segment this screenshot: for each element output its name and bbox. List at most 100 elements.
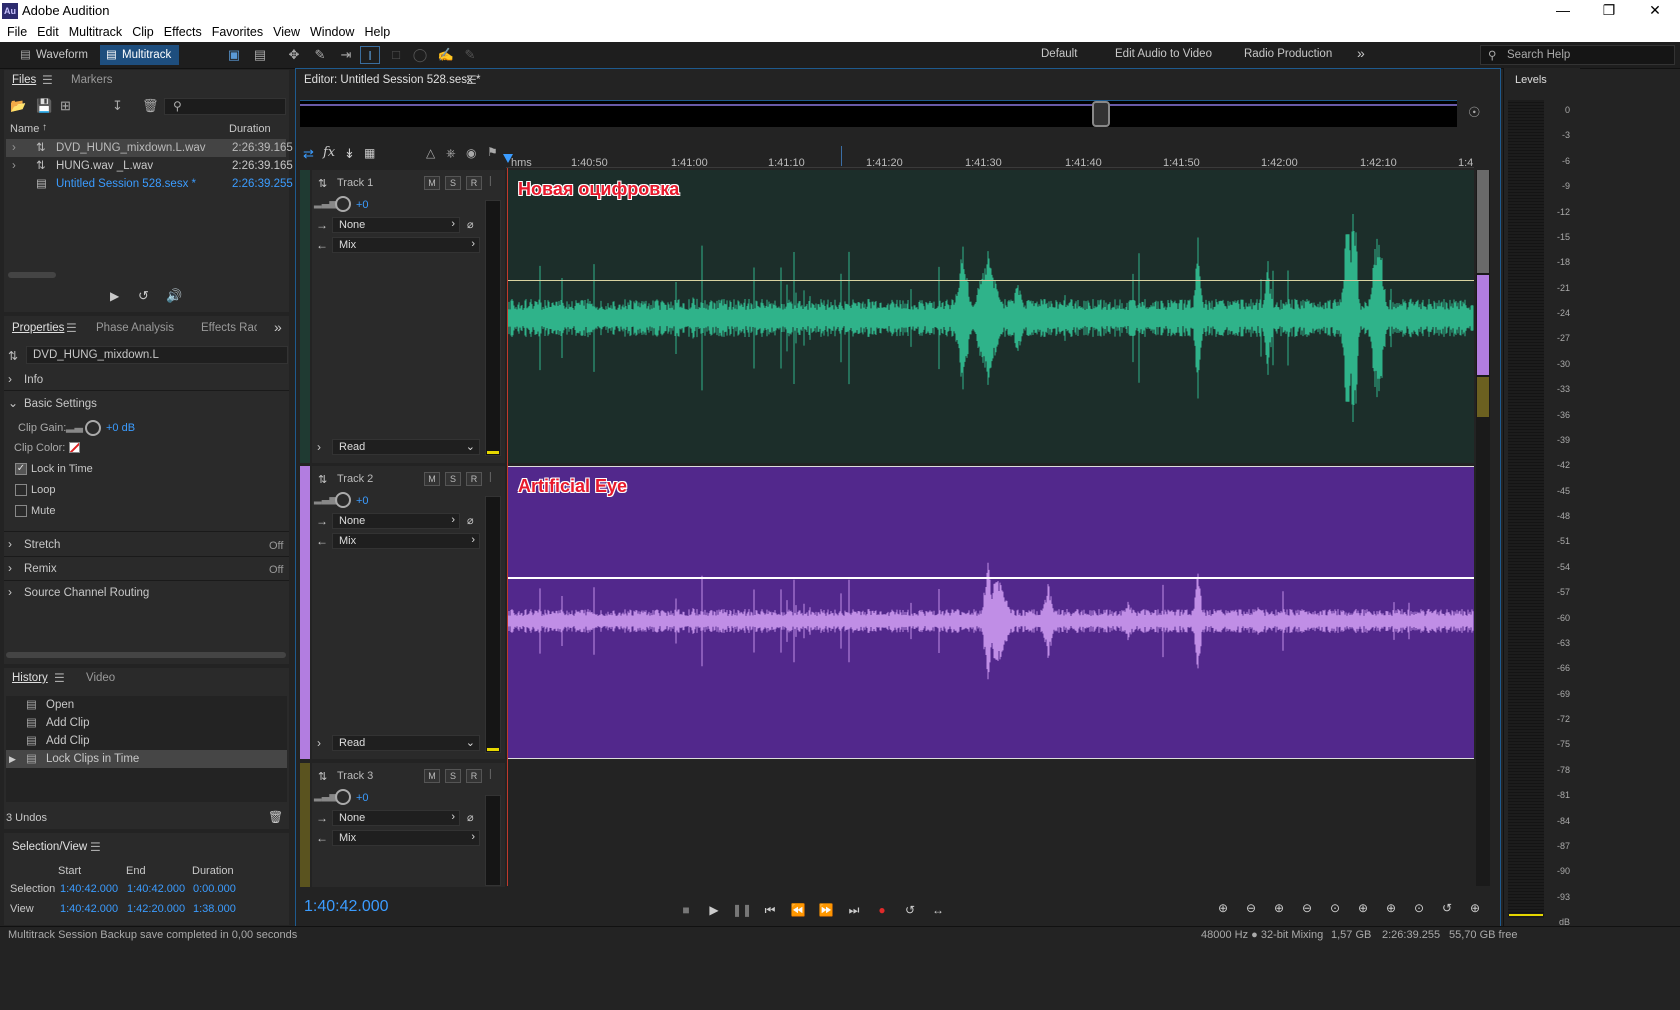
pause-icon[interactable]: ❚❚: [732, 900, 752, 920]
panel-menu-icon[interactable]: ☰: [90, 840, 101, 854]
waveform-view-button[interactable]: ▤ Waveform: [14, 45, 96, 65]
output-select[interactable]: Mix ›: [332, 830, 480, 846]
files-search-input[interactable]: ⚲: [164, 98, 286, 115]
file-row[interactable]: › ⇅ HUNG.wav _L.wav 2:26:39.165: [6, 157, 293, 175]
zoom-out-full-icon[interactable]: ⊙: [1324, 898, 1346, 918]
clip-color-swatch[interactable]: [69, 442, 80, 453]
close-icon[interactable]: ✕: [1632, 0, 1678, 22]
workspace-radio-production[interactable]: Radio Production: [1244, 48, 1332, 60]
history-item[interactable]: ▤ Add Clip: [6, 732, 287, 750]
brush-tool-icon[interactable]: ✍: [436, 46, 456, 64]
menu-clip[interactable]: Clip: [125, 22, 154, 39]
clip-gain-value[interactable]: +0 dB: [106, 422, 135, 434]
selection-start[interactable]: 1:40:42.000: [60, 883, 118, 895]
mute-button[interactable]: M: [424, 769, 440, 783]
scroll-thumb[interactable]: [1477, 170, 1489, 273]
zoom-in-time-icon[interactable]: ⊕: [1268, 898, 1290, 918]
move-tool-icon[interactable]: ✥: [284, 46, 304, 64]
fast-forward-icon[interactable]: ⏩: [816, 900, 836, 920]
history-item[interactable]: ▤ Open: [6, 696, 287, 714]
horizontal-scrollbar[interactable]: [6, 652, 286, 658]
track-name[interactable]: Track 3: [337, 770, 373, 782]
volume-knob[interactable]: [335, 789, 351, 805]
zoom-out-time-icon[interactable]: ⊖: [1296, 898, 1318, 918]
multitrack-view-button[interactable]: ▤ Multitrack: [100, 45, 180, 65]
menu-window[interactable]: Window: [303, 22, 354, 39]
menu-view[interactable]: View: [266, 22, 300, 39]
slip-tool-icon[interactable]: ⇥: [336, 46, 356, 64]
stop-icon[interactable]: ■: [676, 900, 696, 920]
expand-icon[interactable]: ›: [12, 157, 16, 175]
panel-menu-icon[interactable]: ☰: [54, 671, 65, 685]
phase-invert-icon[interactable]: ⌀: [467, 514, 474, 527]
history-item[interactable]: ▶ ▤ Lock Clips in Time: [6, 750, 287, 768]
import-file-icon[interactable]: 💾: [36, 98, 52, 114]
expand-icon[interactable]: ›: [12, 139, 16, 157]
solo-button[interactable]: S: [445, 472, 461, 486]
zoom-navigator-icon[interactable]: ☉: [1468, 104, 1481, 121]
lasso-tool-icon[interactable]: ◯: [410, 46, 430, 64]
skip-selection-icon[interactable]: ↔: [928, 900, 948, 920]
clip-label[interactable]: Новая оцифровка: [518, 179, 679, 200]
track-1-lane[interactable]: Новая оцифровка: [508, 170, 1474, 463]
expand-stretch-icon[interactable]: ›: [8, 537, 12, 551]
output-select[interactable]: Mix ›: [332, 533, 480, 549]
zoom-to-selection-icon[interactable]: ⊙: [1408, 898, 1430, 918]
record-arm-button[interactable]: R: [466, 472, 482, 486]
loop-checkbox[interactable]: [15, 484, 27, 496]
restore-icon[interactable]: ❐: [1586, 0, 1632, 22]
selection-end[interactable]: 1:40:42.000: [127, 883, 185, 895]
play-icon[interactable]: ▶: [704, 900, 724, 920]
remix-section[interactable]: Remix: [24, 563, 57, 575]
mute-checkbox[interactable]: [15, 505, 27, 517]
tab-properties[interactable]: Properties: [12, 322, 64, 334]
zoom-out-amplitude-icon[interactable]: ⊖: [1240, 898, 1262, 918]
clip-gain-knob[interactable]: [85, 420, 101, 436]
expand-remix-icon[interactable]: ›: [8, 561, 12, 575]
delete-history-icon[interactable]: 🗑: [268, 810, 283, 824]
file-row[interactable]: › ⇅ DVD_HUNG_mixdown.L.wav 2:26:39.165: [6, 139, 293, 157]
menu-help[interactable]: Help: [357, 22, 390, 39]
tab-files[interactable]: Files: [12, 74, 36, 86]
spectral-frequency-icon[interactable]: ▣: [224, 46, 244, 64]
view-start[interactable]: 1:40:42.000: [60, 903, 118, 915]
open-file-icon[interactable]: 📂: [10, 98, 26, 114]
effects-rack-icon[interactable]: fx: [323, 145, 335, 160]
view-duration[interactable]: 1:38.000: [193, 903, 236, 915]
file-row[interactable]: ▤ Untitled Session 528.sesx * 2:26:39.25…: [6, 175, 293, 193]
inputs-outputs-icon[interactable]: ⇄: [303, 146, 314, 162]
output-select[interactable]: Mix ›: [332, 237, 480, 253]
track-name[interactable]: Track 1: [337, 177, 373, 189]
search-help-input[interactable]: ⚲ Search Help: [1480, 45, 1675, 65]
expand-automation-icon[interactable]: ›: [317, 440, 321, 454]
marker-icon[interactable]: ⚑: [487, 145, 498, 159]
track-3-lane[interactable]: [508, 763, 1474, 887]
delete-file-icon[interactable]: 🗑: [142, 98, 159, 114]
volume-knob[interactable]: [335, 492, 351, 508]
spot-healing-icon[interactable]: ✎: [460, 46, 480, 64]
vertical-scrollbar[interactable]: [1476, 170, 1490, 886]
view-end[interactable]: 1:42:20.000: [127, 903, 185, 915]
playhead-handle[interactable]: [503, 154, 513, 163]
time-selection-tool-icon[interactable]: I: [360, 46, 380, 64]
volume-knob[interactable]: [335, 196, 351, 212]
skip-to-end-icon[interactable]: ⏭: [844, 900, 864, 920]
clip-name-field[interactable]: DVD_HUNG_mixdown.L: [26, 346, 288, 364]
tab-effects-rack[interactable]: Effects Rack: [201, 322, 257, 334]
mute-button[interactable]: M: [424, 472, 440, 486]
zoom-in-at-end-icon[interactable]: ⊕: [1380, 898, 1402, 918]
selection-duration[interactable]: 0:00.000: [193, 883, 236, 895]
zoom-in-at-start-icon[interactable]: ⊕: [1352, 898, 1374, 918]
clip-label[interactable]: Artificial Eye: [518, 476, 627, 497]
input-select[interactable]: None ›: [332, 513, 460, 529]
workspace-edit-audio-to-video[interactable]: Edit Audio to Video: [1115, 48, 1212, 60]
menu-edit[interactable]: Edit: [30, 22, 59, 39]
track-2-lane[interactable]: Artificial Eye: [508, 466, 1474, 759]
input-select[interactable]: None ›: [332, 810, 460, 826]
input-monitor-icon[interactable]: ⎸: [490, 176, 500, 187]
record-arm-button[interactable]: R: [466, 176, 482, 190]
tab-phase-analysis[interactable]: Phase Analysis: [96, 322, 174, 334]
headphones-icon[interactable]: ◉: [466, 146, 476, 160]
menu-favorites[interactable]: Favorites: [205, 22, 263, 39]
stretch-section[interactable]: Stretch: [24, 539, 60, 551]
